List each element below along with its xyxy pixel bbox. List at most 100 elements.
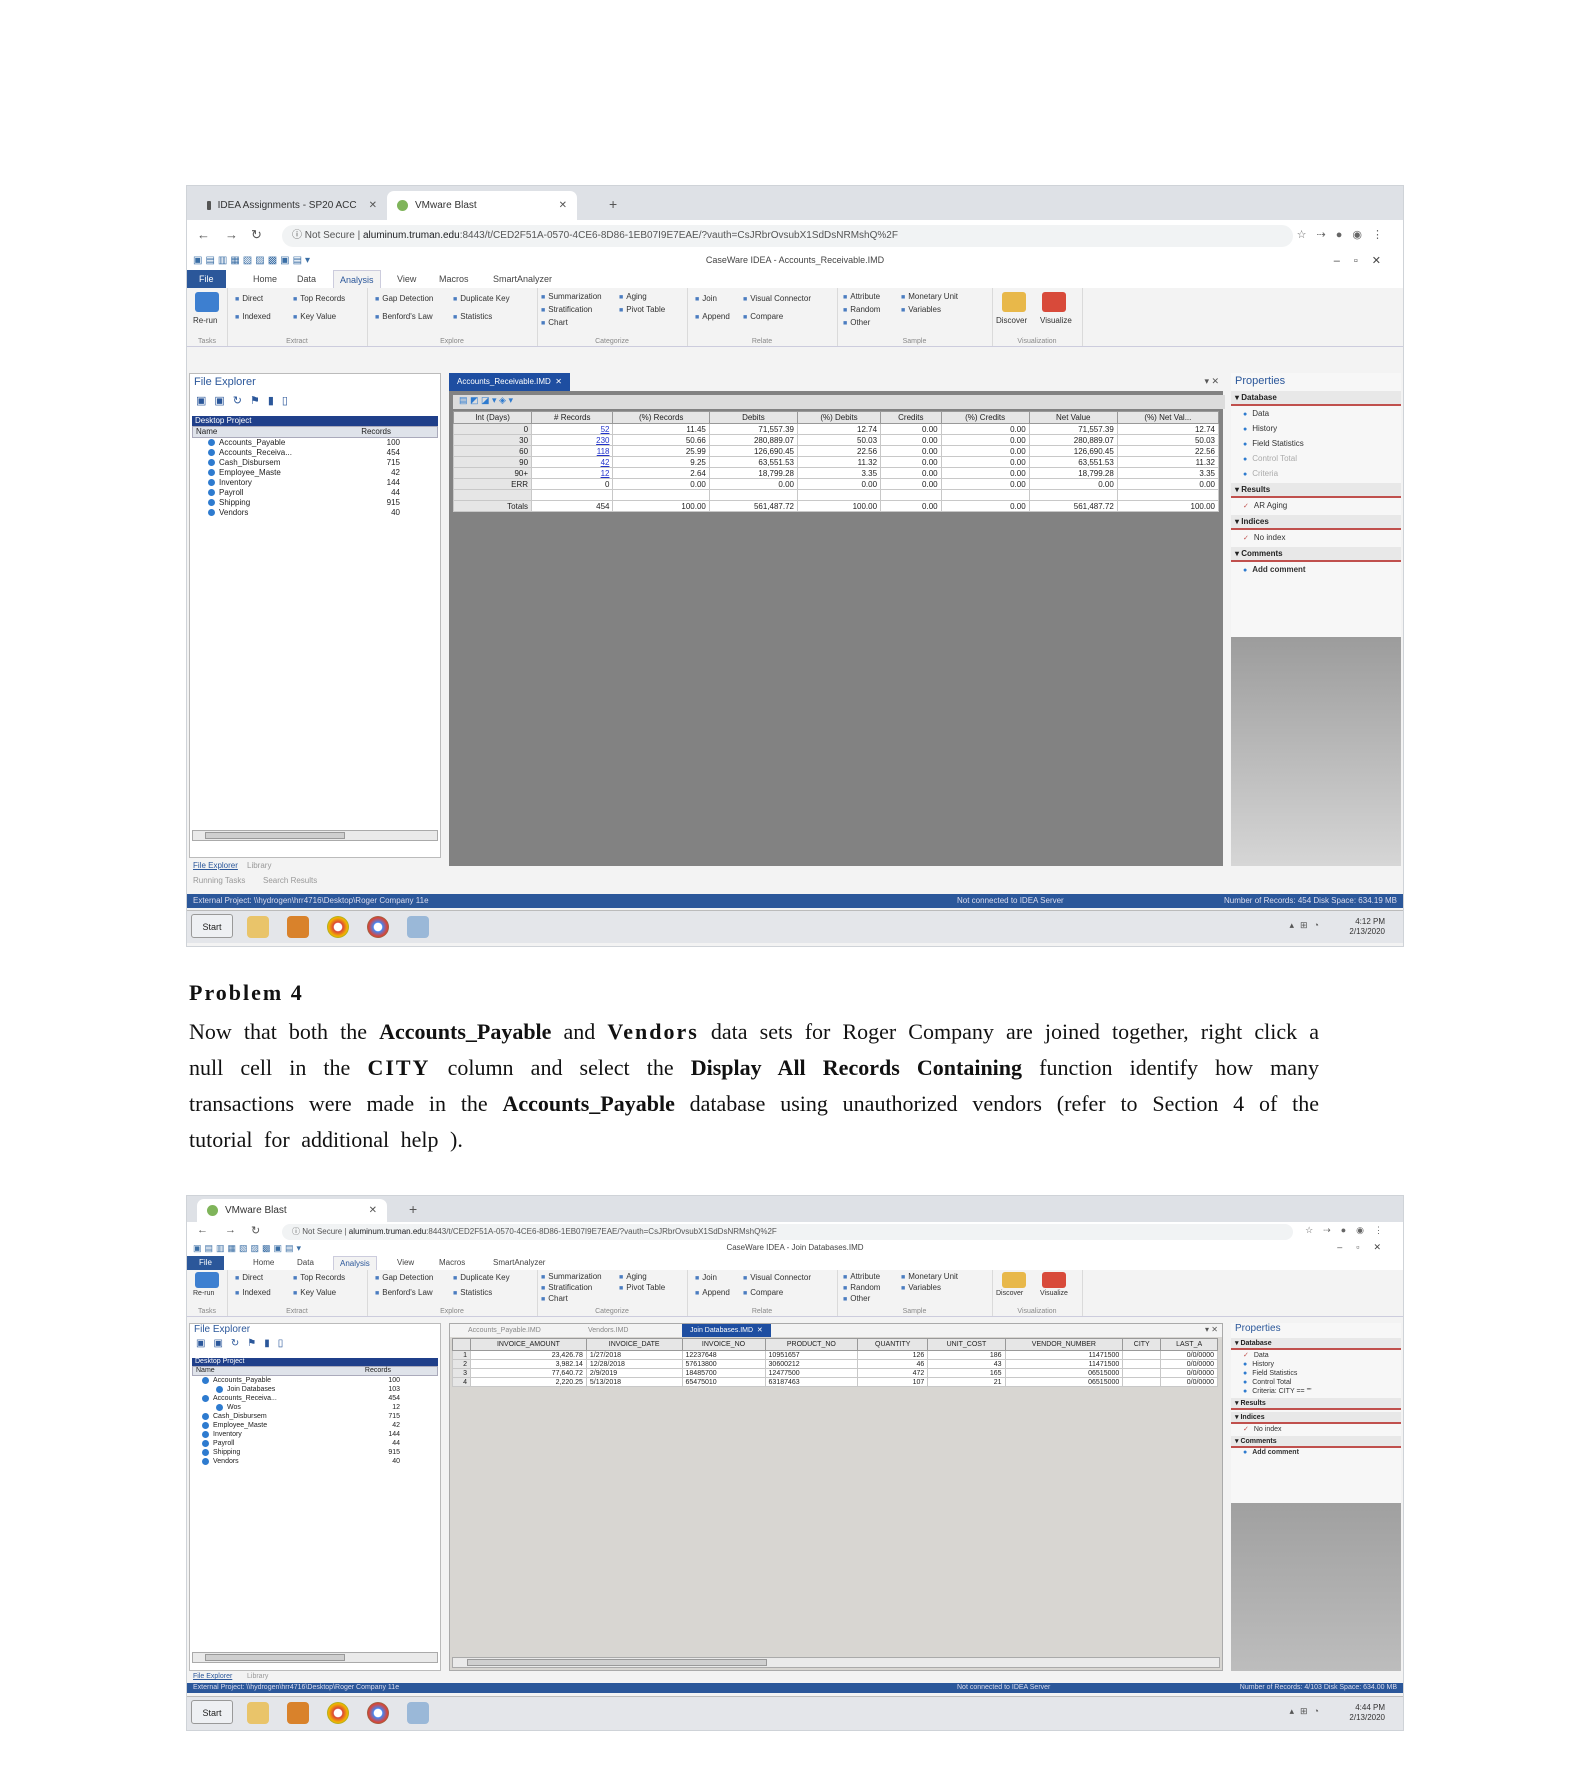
table-cell[interactable]: [531, 489, 614, 501]
tree-item[interactable]: Accounts_Receiva... 454: [192, 448, 438, 458]
table-cell[interactable]: 3.35: [796, 467, 882, 479]
table-cell[interactable]: 63187463: [764, 1377, 859, 1387]
table-cell[interactable]: 0.00: [940, 456, 1030, 468]
column-header[interactable]: Int (Days): [452, 411, 533, 424]
tree-item[interactable]: Shipping 915: [192, 1448, 438, 1457]
system-tray-icons[interactable]: ▴⊞◔: [1290, 1706, 1326, 1717]
table-cell[interactable]: [796, 489, 882, 501]
tree-item[interactable]: Cash_Disbursem 715: [192, 458, 438, 468]
tab-running-tasks[interactable]: Running Tasks: [193, 876, 245, 885]
column-header[interactable]: CITY: [1122, 1338, 1162, 1351]
table-cell[interactable]: [1028, 489, 1118, 501]
visualize-icon[interactable]: [1042, 1272, 1066, 1288]
doc-area-controls[interactable]: ▾ ✕: [1204, 376, 1219, 387]
column-header[interactable]: [451, 1338, 472, 1351]
table-cell[interactable]: 561,487.72: [708, 500, 798, 512]
table-cell[interactable]: [880, 489, 942, 501]
column-header[interactable]: (%) Records: [612, 411, 710, 424]
table-cell[interactable]: 18,799.28: [1028, 467, 1118, 479]
url-field-2[interactable]: ⓘ Not Secure | aluminum.truman.edu:8443/…: [282, 1224, 1293, 1240]
properties-item[interactable]: Criteria: [1231, 466, 1401, 481]
table-cell[interactable]: 4: [451, 1377, 472, 1387]
properties-item[interactable]: No index: [1231, 1424, 1401, 1434]
table-cell[interactable]: 2: [451, 1359, 472, 1369]
table-cell[interactable]: 12477500: [764, 1368, 859, 1378]
table-cell[interactable]: [452, 489, 533, 501]
tree-item[interactable]: Accounts_Payable 100: [192, 438, 438, 448]
start-button[interactable]: Start: [191, 914, 233, 938]
ribbon-tab-smartanalyzer[interactable]: SmartAnalyzer: [487, 270, 558, 288]
ribbon-tab-file[interactable]: File: [187, 1256, 224, 1270]
table-cell[interactable]: 11471500: [1004, 1359, 1124, 1369]
table-cell[interactable]: [940, 489, 1030, 501]
table-cell[interactable]: 46: [857, 1359, 929, 1369]
properties-section-header[interactable]: ▾ Results: [1231, 483, 1401, 498]
visualize-icon[interactable]: [1042, 292, 1066, 312]
table-cell[interactable]: 5/13/2018: [585, 1377, 683, 1387]
tree-item[interactable]: Vendors 40: [192, 508, 438, 518]
table-cell[interactable]: 1/27/2018: [585, 1350, 683, 1360]
tree-item[interactable]: Wos 12: [192, 1403, 438, 1412]
column-header[interactable]: VENDOR_NUMBER: [1004, 1338, 1124, 1351]
file-explorer-toolbar[interactable]: ▣▣↻⚑▮▯: [190, 1338, 440, 1351]
tree-item[interactable]: Shipping 915: [192, 498, 438, 508]
table-cell[interactable]: 3: [451, 1368, 472, 1378]
chrome-alt-taskbar-icon[interactable]: [367, 1702, 389, 1724]
properties-item[interactable]: AR Aging: [1231, 498, 1401, 513]
rerun-icon[interactable]: [195, 1272, 219, 1288]
file-explorer-scrollbar[interactable]: [192, 1652, 438, 1663]
properties-section-header[interactable]: ▾ Results: [1231, 1398, 1401, 1410]
ribbon-tab-data[interactable]: Data: [291, 270, 322, 288]
tree-item[interactable]: Vendors 40: [192, 1457, 438, 1466]
chrome-alt-taskbar-icon[interactable]: [367, 916, 389, 938]
tab-file-explorer[interactable]: File Explorer: [193, 1673, 232, 1680]
forward-icon[interactable]: →: [225, 227, 238, 242]
table-cell[interactable]: 0.00: [880, 456, 942, 468]
table-cell[interactable]: 165: [927, 1368, 1006, 1378]
table-cell[interactable]: 126: [857, 1350, 929, 1360]
discover-icon[interactable]: [1002, 1272, 1026, 1288]
properties-section-header[interactable]: ▾ Comments: [1231, 547, 1401, 562]
properties-item[interactable]: Data: [1231, 1350, 1401, 1360]
properties-item[interactable]: History: [1231, 421, 1401, 436]
table-cell[interactable]: 0.00: [1028, 478, 1118, 490]
column-header[interactable]: Net Value: [1028, 411, 1118, 424]
table-cell[interactable]: 118: [531, 445, 614, 457]
table-cell[interactable]: 0.00: [880, 423, 942, 435]
table-cell[interactable]: 0/0/0000: [1160, 1368, 1218, 1378]
table-cell[interactable]: 65475010: [681, 1377, 766, 1387]
table-cell[interactable]: 18,799.28: [708, 467, 798, 479]
table-cell[interactable]: ERR: [452, 478, 533, 490]
table-cell[interactable]: 0.00: [796, 478, 882, 490]
table-cell[interactable]: 71,557.39: [1028, 423, 1118, 435]
column-header[interactable]: INVOICE_NO: [681, 1338, 766, 1351]
table-cell[interactable]: 22.56: [1116, 445, 1220, 457]
file-explorer-toolbar[interactable]: ▣▣↻⚑▮▯: [190, 392, 440, 409]
table-cell[interactable]: 0/0/0000: [1160, 1359, 1218, 1369]
ribbon-tab-macros[interactable]: Macros: [433, 270, 475, 288]
table-cell[interactable]: 10951657: [764, 1350, 859, 1360]
properties-item[interactable]: Control Total: [1231, 451, 1401, 466]
table-cell[interactable]: 0.00: [940, 478, 1030, 490]
tree-item[interactable]: Cash_Disbursem 715: [192, 1412, 438, 1421]
doc-tab-join-databases[interactable]: Join Databases.IMD ✕: [682, 1324, 771, 1337]
properties-item[interactable]: Criteria: CITY == "": [1231, 1387, 1401, 1396]
idea-taskbar-icon[interactable]: [407, 916, 429, 938]
table-cell[interactable]: 0.00: [612, 478, 710, 490]
ribbon-tab-data[interactable]: Data: [291, 1256, 320, 1270]
chrome-taskbar-icon[interactable]: [327, 1702, 349, 1724]
new-tab-icon[interactable]: +: [409, 1201, 417, 1217]
properties-item[interactable]: Field Statistics: [1231, 1369, 1401, 1378]
ribbon-tab-view[interactable]: View: [391, 1256, 420, 1270]
result-toolbar[interactable]: ▤ ◩ ◪ ▾ ◈ ▾: [453, 395, 1225, 409]
table-cell[interactable]: 11.45: [612, 423, 710, 435]
tree-item[interactable]: Inventory 144: [192, 1430, 438, 1439]
table-cell[interactable]: 472: [857, 1368, 929, 1378]
table-cell[interactable]: 90: [452, 456, 533, 468]
column-header[interactable]: (%) Net Val...: [1116, 411, 1220, 424]
browser-tab-vmware-2[interactable]: VMware Blast ✕: [197, 1199, 387, 1222]
forward-icon[interactable]: →: [225, 1224, 236, 1236]
table-cell[interactable]: [1116, 489, 1220, 501]
tree-item[interactable]: Employee_Maste 42: [192, 468, 438, 478]
properties-item[interactable]: Data: [1231, 406, 1401, 421]
